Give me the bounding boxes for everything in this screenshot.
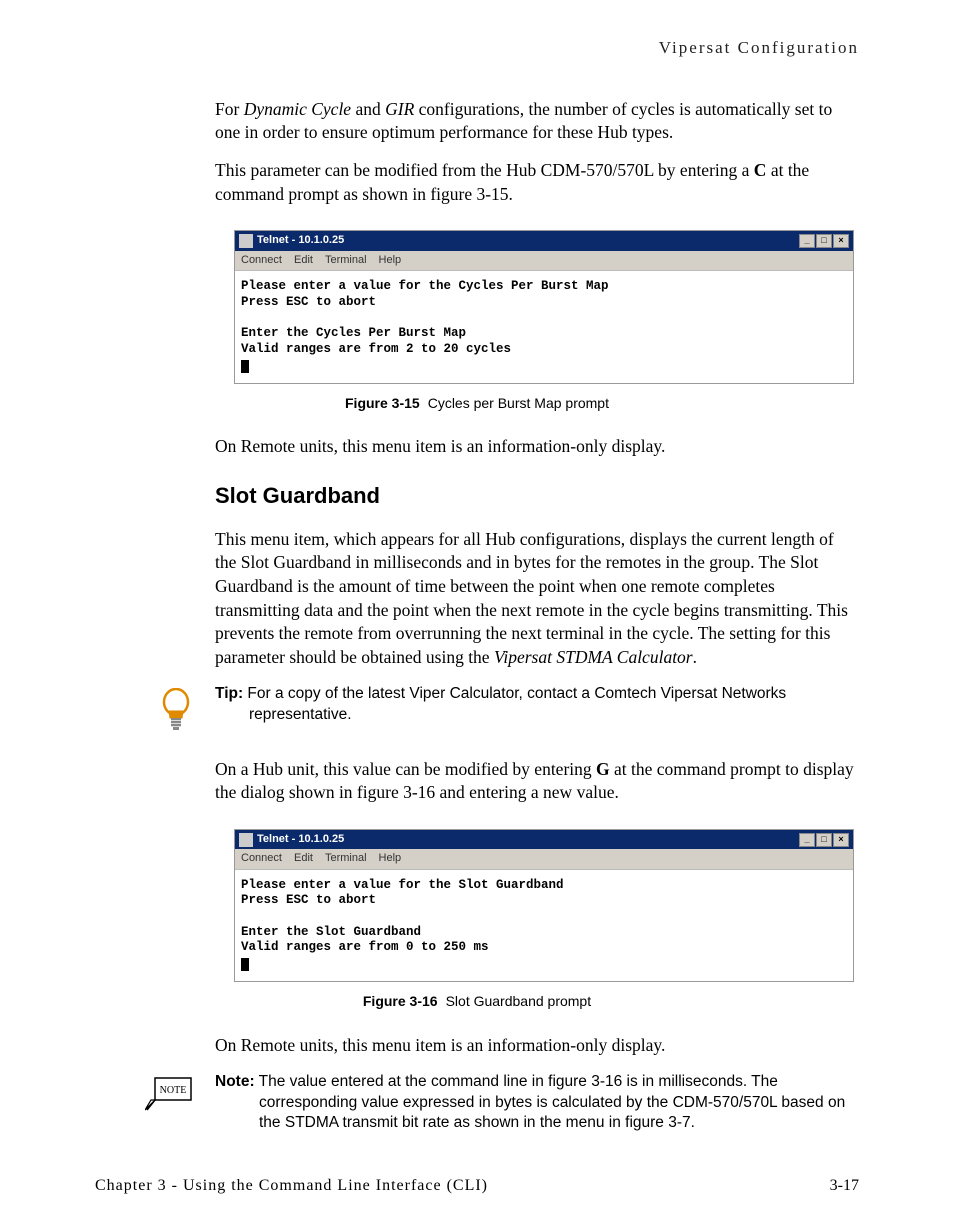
text: This parameter can be modified from the … [215, 160, 754, 180]
menu-connect[interactable]: Connect [241, 254, 282, 266]
note-body: The value entered at the command line in… [255, 1073, 846, 1132]
close-button[interactable]: × [833, 833, 849, 847]
menu-edit[interactable]: Edit [294, 852, 313, 864]
page-footer: Chapter 3 - Using the Command Line Inter… [95, 1175, 859, 1197]
window-controls: _ □ × [799, 833, 849, 847]
heading-slot-guardband: Slot Guardband [215, 481, 859, 512]
figure-caption-2: Figure 3-16 Slot Guardband prompt [95, 992, 859, 1012]
note-text: Note: The value entered at the command l… [215, 1072, 859, 1135]
maximize-button[interactable]: □ [816, 833, 832, 847]
minimize-button[interactable]: _ [799, 833, 815, 847]
menu-connect[interactable]: Connect [241, 852, 282, 864]
cursor-icon [241, 360, 249, 373]
terminal-text: Please enter a value for the Cycles Per … [241, 279, 609, 356]
lightbulb-icon [159, 688, 193, 734]
terminal-body[interactable]: Please enter a value for the Cycles Per … [235, 271, 853, 383]
cursor-icon [241, 958, 249, 971]
window-title: Telnet - 10.1.0.25 [257, 233, 344, 248]
figure-text: Slot Guardband prompt [446, 993, 592, 1009]
tip-body: For a copy of the latest Viper Calculato… [243, 685, 786, 723]
menu-terminal[interactable]: Terminal [325, 254, 367, 266]
paragraph-slot-guardband: This menu item, which appears for all Hu… [215, 528, 859, 670]
figure-label: Figure 3-16 [363, 993, 438, 1009]
paragraph-dynamic-cycle: For Dynamic Cycle and GIR configurations… [215, 98, 859, 145]
minimize-button[interactable]: _ [799, 234, 815, 248]
paragraph-remote-info-2: On Remote units, this menu item is an in… [215, 1034, 859, 1058]
paragraph-modify-g: On a Hub unit, this value can be modifie… [215, 758, 859, 805]
telnet-window-2: Telnet - 10.1.0.25 _ □ × Connect Edit Term… [234, 829, 854, 983]
menu-help[interactable]: Help [379, 254, 402, 266]
text-italic: GIR [385, 99, 414, 119]
tip-label: Tip: [215, 685, 243, 702]
titlebar-left: Telnet - 10.1.0.25 [239, 832, 344, 847]
maximize-button[interactable]: □ [816, 234, 832, 248]
figure-caption-1: Figure 3-15 Cycles per Burst Map prompt [95, 394, 859, 414]
menubar: Connect Edit Terminal Help [235, 849, 853, 869]
text-italic: Vipersat STDMA Calculator [494, 647, 693, 667]
titlebar: Telnet - 10.1.0.25 _ □ × [235, 830, 853, 849]
text: and [351, 99, 385, 119]
tip-block: Tip: For a copy of the latest Viper Calc… [95, 684, 859, 734]
running-head: Vipersat Configuration [95, 36, 859, 60]
text: . [693, 647, 697, 667]
paragraph-modify-c: This parameter can be modified from the … [215, 159, 859, 206]
tip-text: Tip: For a copy of the latest Viper Calc… [215, 684, 859, 726]
figure-text: Cycles per Burst Map prompt [428, 395, 609, 411]
text: On a Hub unit, this value can be modifie… [215, 759, 596, 779]
terminal-text: Please enter a value for the Slot Guardb… [241, 878, 564, 955]
note-box-text: NOTE [160, 1085, 187, 1096]
telnet-window-1: Telnet - 10.1.0.25 _ □ × Connect Edit Term… [234, 230, 854, 384]
footer-chapter: Chapter 3 - Using the Command Line Inter… [95, 1175, 488, 1197]
menubar: Connect Edit Terminal Help [235, 251, 853, 271]
note-icon: NOTE [145, 1076, 193, 1112]
footer-page-number: 3-17 [830, 1175, 859, 1197]
close-button[interactable]: × [833, 234, 849, 248]
titlebar: Telnet - 10.1.0.25 _ □ × [235, 231, 853, 250]
telnet-icon [239, 833, 253, 847]
text-italic: Dynamic Cycle [244, 99, 351, 119]
menu-terminal[interactable]: Terminal [325, 852, 367, 864]
telnet-icon [239, 234, 253, 248]
terminal-body[interactable]: Please enter a value for the Slot Guardb… [235, 870, 853, 982]
menu-help[interactable]: Help [379, 852, 402, 864]
paragraph-remote-info-1: On Remote units, this menu item is an in… [215, 435, 859, 459]
text-bold: G [596, 759, 610, 779]
menu-edit[interactable]: Edit [294, 254, 313, 266]
titlebar-left: Telnet - 10.1.0.25 [239, 233, 344, 248]
note-block: NOTE Note: The value entered at the comm… [95, 1072, 859, 1135]
window-title: Telnet - 10.1.0.25 [257, 832, 344, 847]
text: For [215, 99, 244, 119]
tip-icon-column [95, 684, 215, 734]
figure-label: Figure 3-15 [345, 395, 420, 411]
text-bold: C [754, 160, 767, 180]
window-controls: _ □ × [799, 234, 849, 248]
note-icon-column: NOTE [95, 1072, 215, 1112]
note-label: Note: [215, 1073, 255, 1090]
